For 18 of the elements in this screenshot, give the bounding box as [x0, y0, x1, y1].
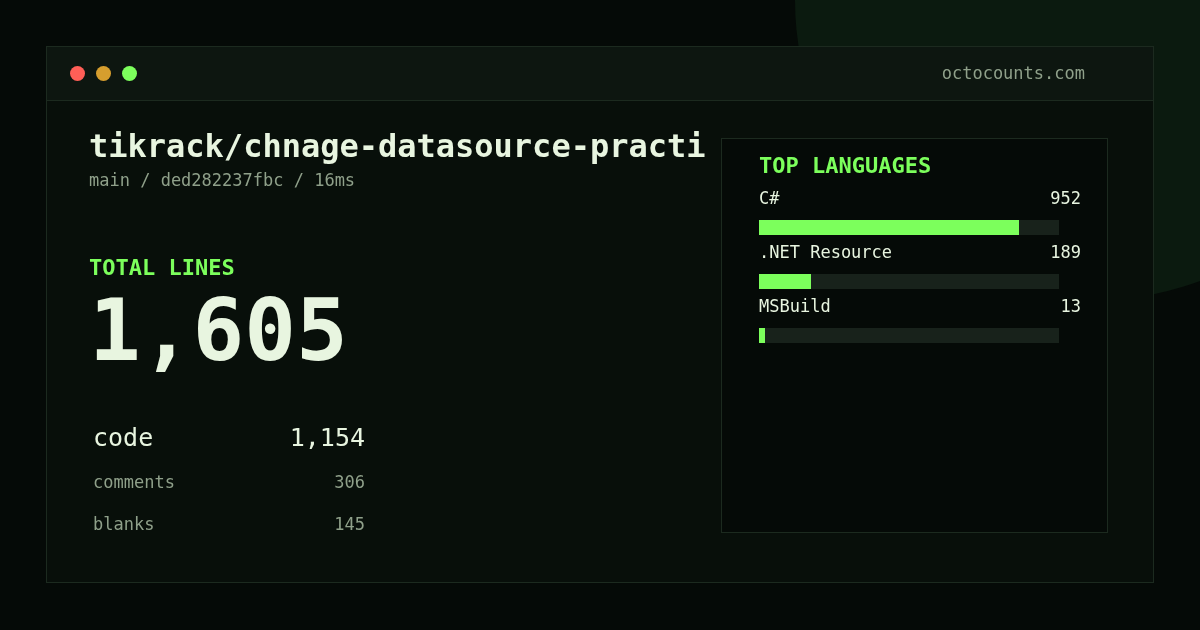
stat-label: comments [93, 470, 175, 494]
language-count: 189 [1050, 241, 1081, 263]
language-name: MSBuild [759, 295, 831, 317]
panel-title: TOP LANGUAGES [759, 152, 933, 180]
repo-meta: main / ded282237fbc / 16ms [89, 169, 357, 192]
stat-value: 306 [334, 470, 365, 494]
total-label: TOTAL LINES [89, 253, 236, 282]
stat-label: code [93, 421, 154, 454]
stat-value: 1,154 [289, 421, 365, 454]
site-url: octocounts.com [941, 61, 1085, 85]
language-name: C# [759, 187, 780, 209]
language-count: 13 [1060, 295, 1081, 317]
language-count: 952 [1050, 187, 1081, 209]
repo-title: tikrack/chnage-datasource-practi [89, 126, 707, 166]
language-name: .NET Resource [759, 241, 893, 263]
total-value: 1,605 [89, 281, 349, 378]
stat-value: 145 [334, 512, 365, 536]
stat-label: blanks [93, 512, 155, 536]
